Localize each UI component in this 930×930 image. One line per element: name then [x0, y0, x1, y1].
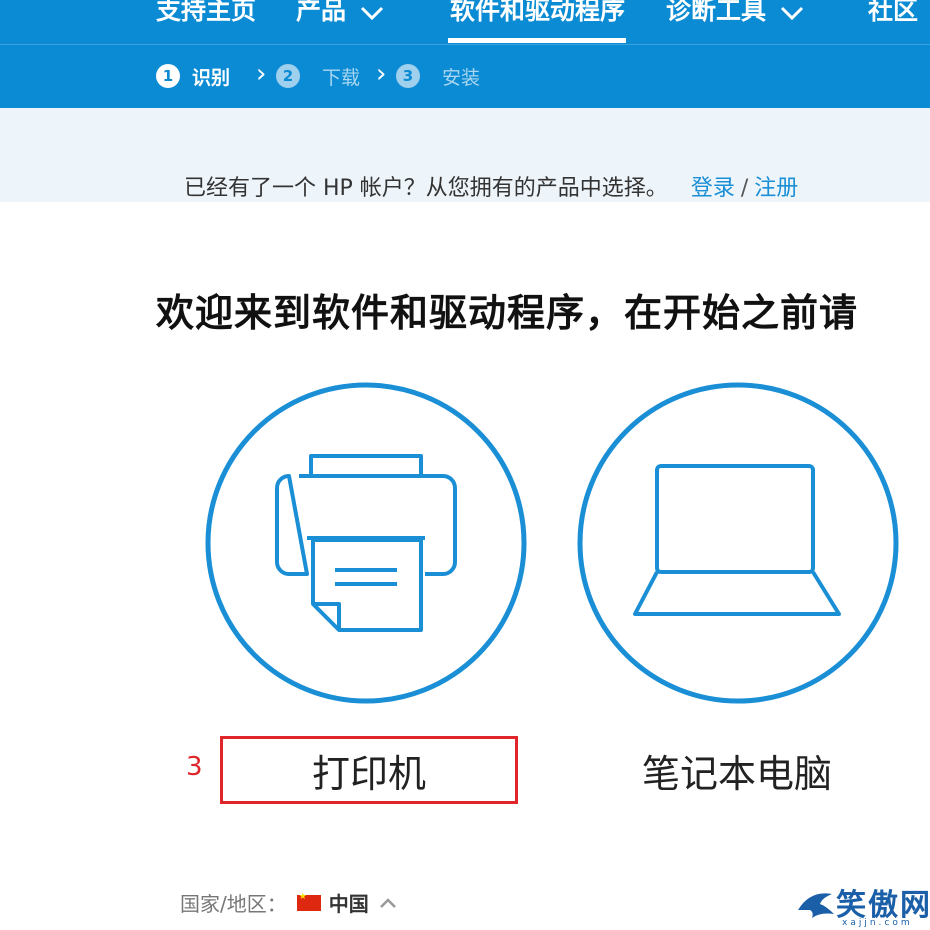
step-label: 下载: [322, 66, 361, 89]
chevron-down-icon: [360, 0, 384, 29]
annotation-number: 3: [186, 752, 203, 782]
account-banner: 已经有了一个 HP 帐户？从您拥有的产品中选择。 登录 / 注册: [0, 108, 930, 202]
step-number: 3: [396, 64, 420, 88]
login-link[interactable]: 登录: [691, 176, 735, 201]
laptop-label[interactable]: 笔记本电脑: [588, 736, 886, 804]
active-tab-indicator: [448, 38, 626, 43]
watermark-logo: 笑傲网 xajjn.com: [796, 880, 930, 930]
step-identify: 1 识别: [156, 61, 230, 91]
step-download: 2 下载: [276, 61, 360, 91]
nav-products[interactable]: 产品: [296, 0, 384, 38]
shark-icon: [798, 893, 834, 918]
chevron-up-icon: [379, 893, 397, 912]
register-link[interactable]: 注册: [754, 176, 798, 201]
step-number: 2: [276, 64, 300, 88]
top-navigation: 支持主页 产品 软件和驱动程序 诊断工具 社区: [0, 0, 930, 44]
nav-support-home[interactable]: 支持主页: [156, 0, 256, 38]
laptop-tile[interactable]: [575, 380, 901, 706]
step-progress-bar: 1 识别 › 2 下载 › 3 安装: [0, 44, 930, 108]
nav-community[interactable]: 社区: [868, 0, 918, 38]
step-number: 1: [156, 64, 180, 88]
step-label: 安装: [442, 66, 481, 89]
china-flag-icon: [296, 892, 321, 911]
account-prompt: 已经有了一个 HP 帐户？从您拥有的产品中选择。 登录 / 注册: [184, 176, 799, 201]
nav-diagnostics[interactable]: 诊断工具: [666, 0, 804, 38]
chevron-down-icon: [780, 0, 804, 29]
step-label: 识别: [192, 66, 231, 89]
chevron-right-icon: ›: [376, 59, 387, 89]
page-title: 欢迎来到软件和驱动程序，在开始之前请: [156, 291, 859, 335]
nav-software-drivers[interactable]: 软件和驱动程序: [450, 0, 625, 38]
region-selector[interactable]: 国家/地区： 中国: [180, 888, 397, 917]
printer-label[interactable]: 打印机: [220, 736, 518, 804]
step-install: 3 安装: [396, 61, 480, 91]
printer-tile[interactable]: [203, 380, 529, 706]
chevron-right-icon: ›: [256, 59, 267, 89]
